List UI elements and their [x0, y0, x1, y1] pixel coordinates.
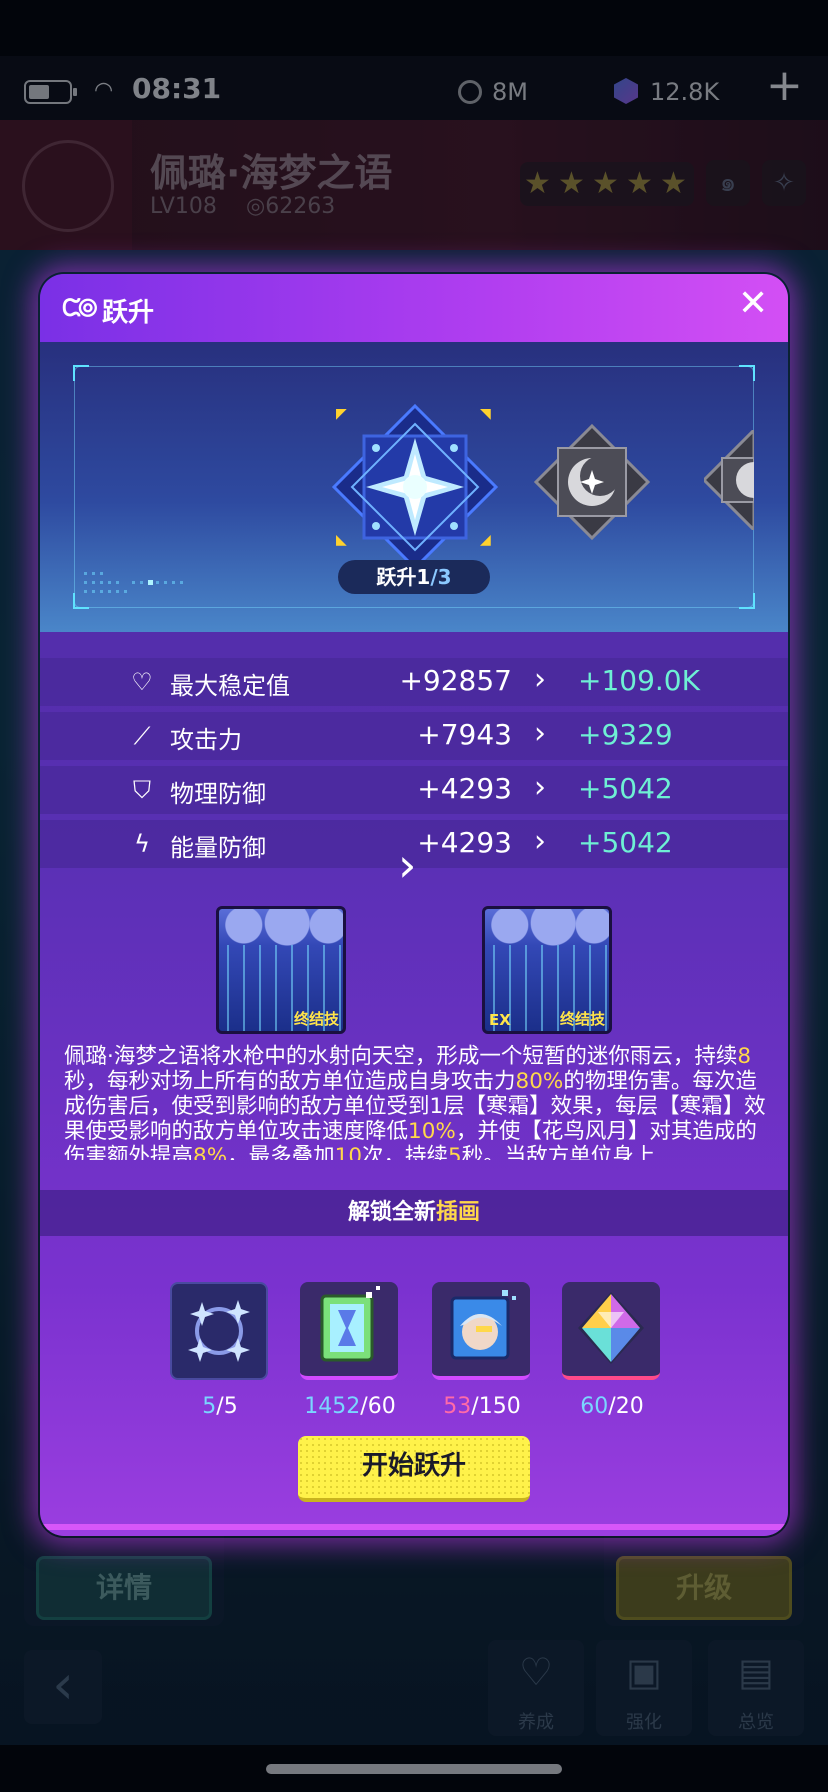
chevron-right-icon: ›: [534, 662, 546, 697]
material-character-card[interactable]: [432, 1282, 530, 1380]
skill-type-tag: 终结技: [293, 1010, 339, 1028]
chevron-right-icon: ›: [398, 838, 417, 892]
stat-row-physical-defense: ⛉ 物理防御 +4293 › +5042: [40, 766, 788, 814]
material-need: /20: [608, 1394, 644, 1419]
skill-before-icon[interactable]: 终结技: [216, 906, 346, 1034]
skill-after-icon[interactable]: EX 终结技: [482, 906, 612, 1034]
unlock-text: 解锁全新: [347, 1200, 436, 1225]
rank-indicator: 跃升1/3: [338, 560, 490, 594]
material-need: /5: [216, 1394, 238, 1419]
corner-marker-icon: ◢: [480, 532, 491, 548]
rank-max: /3: [430, 565, 452, 589]
skill-description[interactable]: 佩璐·海梦之语将水枪中的水射向天空，形成一个短暂的迷你雨云，持续8 秒，每秒对场上…: [64, 1044, 768, 1160]
corner-marker-icon: ◥: [480, 406, 491, 422]
loading-dots-decoration: [84, 572, 183, 593]
material-have: 60: [580, 1394, 609, 1419]
stat-label: 攻击力: [170, 726, 242, 754]
corner-marker-icon: ◣: [336, 532, 347, 548]
start-ascend-button[interactable]: 开始跃升: [298, 1436, 530, 1502]
character-card-icon: [450, 1290, 516, 1360]
description-highlight: 80%: [515, 1069, 564, 1094]
stat-label: 能量防御: [170, 834, 266, 862]
stat-old-value: +4293: [417, 772, 512, 805]
sword-icon: ⟋: [133, 722, 151, 750]
stat-new-value: +9329: [578, 718, 673, 751]
unlock-banner: 解锁全新插画: [40, 1190, 788, 1236]
description-text: 秒。当敌方单位身上: [461, 1144, 656, 1160]
data-card-icon: [320, 1286, 380, 1362]
dialog-bottom-edge: [40, 1524, 788, 1530]
rain-cloud-graphic: [219, 909, 343, 949]
material-count: 60/20: [552, 1394, 672, 1419]
stat-row-max-stability: ♡ 最大稳定值 +92857 › +109.0K: [40, 658, 788, 706]
material-have: 5: [202, 1394, 217, 1419]
heart-icon: ♡: [131, 668, 153, 696]
ascend-icon: ᙅ⦾: [62, 294, 97, 322]
material-prism[interactable]: [562, 1282, 660, 1380]
material-data-card[interactable]: [300, 1282, 398, 1380]
ex-tag: EX: [489, 1011, 511, 1029]
energy-shield-icon: ϟ: [134, 830, 150, 858]
rank-2-emblem-icon[interactable]: [532, 422, 652, 542]
stat-old-value: +7943: [417, 718, 512, 751]
description-text: 次，持续: [362, 1144, 449, 1160]
stat-new-value: +5042: [578, 772, 673, 805]
material-count: 1452/60: [290, 1394, 410, 1419]
rank-current: 跃升1: [376, 565, 431, 589]
close-button[interactable]: ✕: [738, 286, 768, 322]
description-highlight: 8: [737, 1044, 752, 1069]
description-text: 佩璐·海梦之语将水枪中的水射向天空，形成一个短暂的迷你雨云，持续: [64, 1044, 738, 1069]
material-count: 5/5: [160, 1394, 280, 1419]
skill-type-tag: 终结技: [559, 1010, 605, 1028]
rank-stage: ◤ ◥ ◣ ◢ 跃升1/3: [40, 342, 788, 632]
stat-old-value: +92857: [399, 664, 512, 697]
stat-label: 物理防御: [170, 780, 266, 808]
material-have: 53: [443, 1394, 472, 1419]
chevron-right-icon: ›: [534, 824, 546, 859]
material-star-cluster[interactable]: [170, 1282, 268, 1380]
material-have: 1452: [304, 1394, 361, 1419]
dialog-title: 跃升: [102, 298, 155, 328]
ascend-dialog: ᙅ⦾ 跃升 ✕ ◤ ◥ ◣ ◢ 跃升1/3 ♡ 最大稳定值 +92857 › +…: [40, 274, 788, 1536]
frame-corner: [739, 593, 755, 609]
star-cluster-icon: [188, 1300, 250, 1362]
stat-row-attack: ⟋ 攻击力 +7943 › +9329: [40, 712, 788, 760]
prism-icon: [578, 1292, 644, 1364]
stat-new-value: +5042: [578, 826, 673, 859]
corner-marker-icon: ◤: [336, 406, 347, 422]
rank-3-emblem-icon[interactable]: [704, 430, 754, 530]
rain-cloud-graphic: [485, 909, 609, 949]
frame-corner: [73, 365, 89, 381]
material-need: /150: [471, 1394, 521, 1419]
description-text: ，最多叠加: [227, 1144, 335, 1160]
description-highlight: 5: [448, 1144, 462, 1160]
frame-corner: [739, 365, 755, 381]
chevron-right-icon: ›: [534, 716, 546, 751]
unlock-highlight: 插画: [436, 1200, 481, 1225]
material-count: 53/150: [422, 1394, 542, 1419]
stat-new-value: +109.0K: [578, 664, 700, 697]
description-highlight: 10: [334, 1144, 362, 1160]
stat-label: 最大稳定值: [170, 672, 290, 700]
description-text: 秒，每秒对场上所有的敌方单位造成自身攻击力: [64, 1069, 516, 1094]
material-need: /60: [360, 1394, 396, 1419]
description-highlight: 10%: [408, 1119, 456, 1144]
description-highlight: 8%: [193, 1144, 228, 1160]
rank-1-emblem-icon[interactable]: [330, 402, 500, 572]
chevron-right-icon: ›: [534, 770, 546, 805]
stat-old-value: +4293: [417, 826, 512, 859]
shield-icon: ⛉: [133, 776, 151, 804]
